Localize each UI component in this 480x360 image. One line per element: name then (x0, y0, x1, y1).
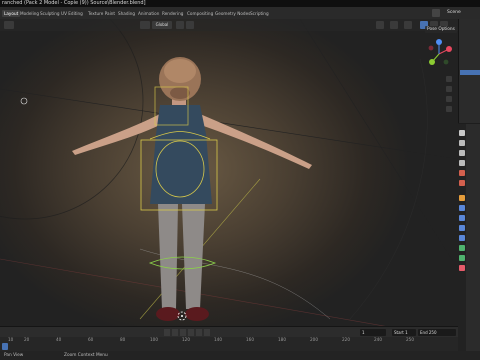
timeline-scrubber[interactable]: 10 20 40 60 80 100 120 140 160 180 200 2… (0, 337, 458, 351)
playback-controls[interactable] (164, 329, 214, 337)
xray-toggle-icon[interactable] (404, 21, 412, 29)
start-frame-field[interactable]: Start 1 (392, 329, 416, 336)
start-value: 1 (405, 330, 408, 335)
world-tab-icon[interactable] (459, 180, 465, 186)
window-title: ranched (Pack 2 Model - Copie (9)) Sourc… (0, 0, 480, 7)
tab-rendering[interactable]: Rendering (162, 10, 183, 17)
end-value: 250 (428, 330, 437, 335)
editor-type-button[interactable] (4, 21, 14, 29)
outliner-selected-row[interactable] (460, 70, 480, 75)
timeline-tick: 60 (88, 337, 94, 342)
constraints-tab-icon[interactable] (459, 235, 465, 241)
status-hint-middle: Zoom Context Menu (64, 353, 108, 358)
status-bar: Pan View Zoom Context Menu (0, 351, 480, 360)
end-label: End (420, 330, 428, 335)
timeline-tick: 20 (24, 337, 30, 342)
playhead[interactable] (2, 343, 8, 350)
timeline-tick: 200 (310, 337, 318, 342)
gizmo-toggle-icon[interactable] (376, 21, 384, 29)
tab-scripting[interactable]: Scripting (250, 10, 269, 17)
tab-compositing[interactable]: Compositing (187, 10, 213, 17)
character-model[interactable] (72, 57, 312, 321)
workspace-tabbar: Layout Modeling Sculpting UV Editing Tex… (0, 7, 480, 19)
tab-geometry-nodes[interactable]: Geometry Nodes (215, 10, 250, 17)
status-hint-left: Pan View (4, 353, 24, 358)
material-tab-icon[interactable] (459, 265, 465, 271)
tool-tab-icon[interactable] (459, 130, 465, 136)
pivot-point-icon[interactable] (176, 21, 184, 29)
timeline-tick: 80 (120, 337, 126, 342)
pan-hand-icon[interactable] (446, 86, 452, 92)
scene-name[interactable]: Scene (447, 9, 461, 17)
3d-viewport[interactable] (0, 19, 458, 331)
play-reverse-icon (180, 329, 186, 336)
object-tab-icon[interactable] (459, 195, 465, 201)
timeline-tick: 160 (246, 337, 254, 342)
modifier-tab-icon[interactable] (459, 205, 465, 211)
output-tab-icon[interactable] (459, 150, 465, 156)
scene-guide-lines (0, 19, 458, 331)
current-frame-field[interactable]: 1 (360, 329, 386, 336)
bone-tab-icon[interactable] (459, 255, 465, 261)
physics-tab-icon[interactable] (459, 225, 465, 231)
viewport-header: Global (0, 19, 458, 31)
timeline-tick: 220 (342, 337, 350, 342)
view-layer-tab-icon[interactable] (459, 160, 465, 166)
start-label: Start (394, 330, 404, 335)
scene-tab-icon[interactable] (459, 170, 465, 176)
tab-sculpting[interactable]: Sculpting (40, 10, 60, 17)
timeline-tick: 250 (406, 337, 414, 342)
tab-layout[interactable]: Layout (2, 10, 21, 17)
jump-end-icon (204, 329, 210, 336)
jump-keyframe-forward-icon (196, 329, 202, 336)
data-tab-icon[interactable] (459, 245, 465, 251)
jump-keyframe-back-icon (172, 329, 178, 336)
play-icon (188, 329, 194, 336)
timeline-tick: 180 (278, 337, 286, 342)
perspective-toggle-icon[interactable] (446, 106, 452, 112)
transform-orientation-dropdown[interactable]: Global (152, 21, 172, 29)
particles-tab-icon[interactable] (459, 215, 465, 221)
tab-uv-editing[interactable]: UV Editing (61, 10, 83, 17)
jump-start-icon (164, 329, 170, 336)
overlay-toggle-icon[interactable] (390, 21, 398, 29)
end-frame-field[interactable]: End 250 (418, 329, 456, 336)
timeline-tick: 10 (8, 337, 14, 342)
navigation-gizmo[interactable] (424, 36, 454, 72)
transform-orientation-icon[interactable] (140, 21, 150, 29)
snap-icon[interactable] (186, 21, 194, 29)
timeline-tick: 100 (150, 337, 158, 342)
tab-animation[interactable]: Animation (138, 10, 159, 17)
tab-modeling[interactable]: Modeling (20, 10, 39, 17)
camera-view-icon[interactable] (446, 96, 452, 102)
timeline-tick: 140 (214, 337, 222, 342)
outliner-panel[interactable] (458, 19, 480, 123)
zoom-icon[interactable] (446, 76, 452, 82)
scene-icon[interactable] (432, 9, 440, 17)
render-tab-icon[interactable] (459, 140, 465, 146)
tab-texture-paint[interactable]: Texture Paint (88, 10, 115, 17)
timeline-tick: 40 (56, 337, 62, 342)
timeline-tick: 120 (182, 337, 190, 342)
timeline-tick: 240 (374, 337, 382, 342)
tab-shading[interactable]: Shading (118, 10, 135, 17)
pose-options-dropdown[interactable]: Pose Options (425, 26, 457, 33)
